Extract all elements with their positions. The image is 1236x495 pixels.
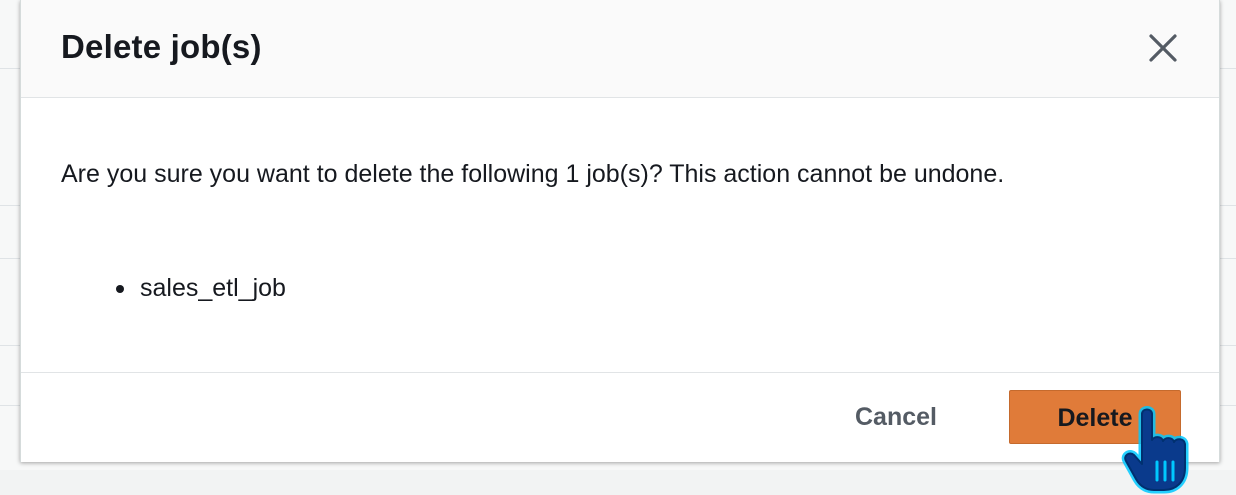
- delete-jobs-dialog: Delete job(s) Are you sure you want to d…: [20, 0, 1220, 462]
- dialog-header: Delete job(s): [21, 0, 1219, 98]
- close-icon: [1149, 34, 1177, 62]
- close-button[interactable]: [1145, 30, 1181, 66]
- list-item: sales_etl_job: [116, 274, 286, 303]
- bullet-icon: [116, 285, 124, 293]
- job-list: sales_etl_job: [116, 274, 286, 303]
- cancel-button[interactable]: Cancel: [841, 390, 951, 444]
- dialog-footer: Cancel Delete: [21, 372, 1219, 462]
- delete-button[interactable]: Delete: [1009, 390, 1181, 444]
- job-name: sales_etl_job: [140, 274, 286, 302]
- dialog-title: Delete job(s): [61, 28, 262, 65]
- confirmation-message: Are you sure you want to delete the foll…: [61, 160, 1005, 188]
- dialog-body: Are you sure you want to delete the foll…: [21, 98, 1219, 372]
